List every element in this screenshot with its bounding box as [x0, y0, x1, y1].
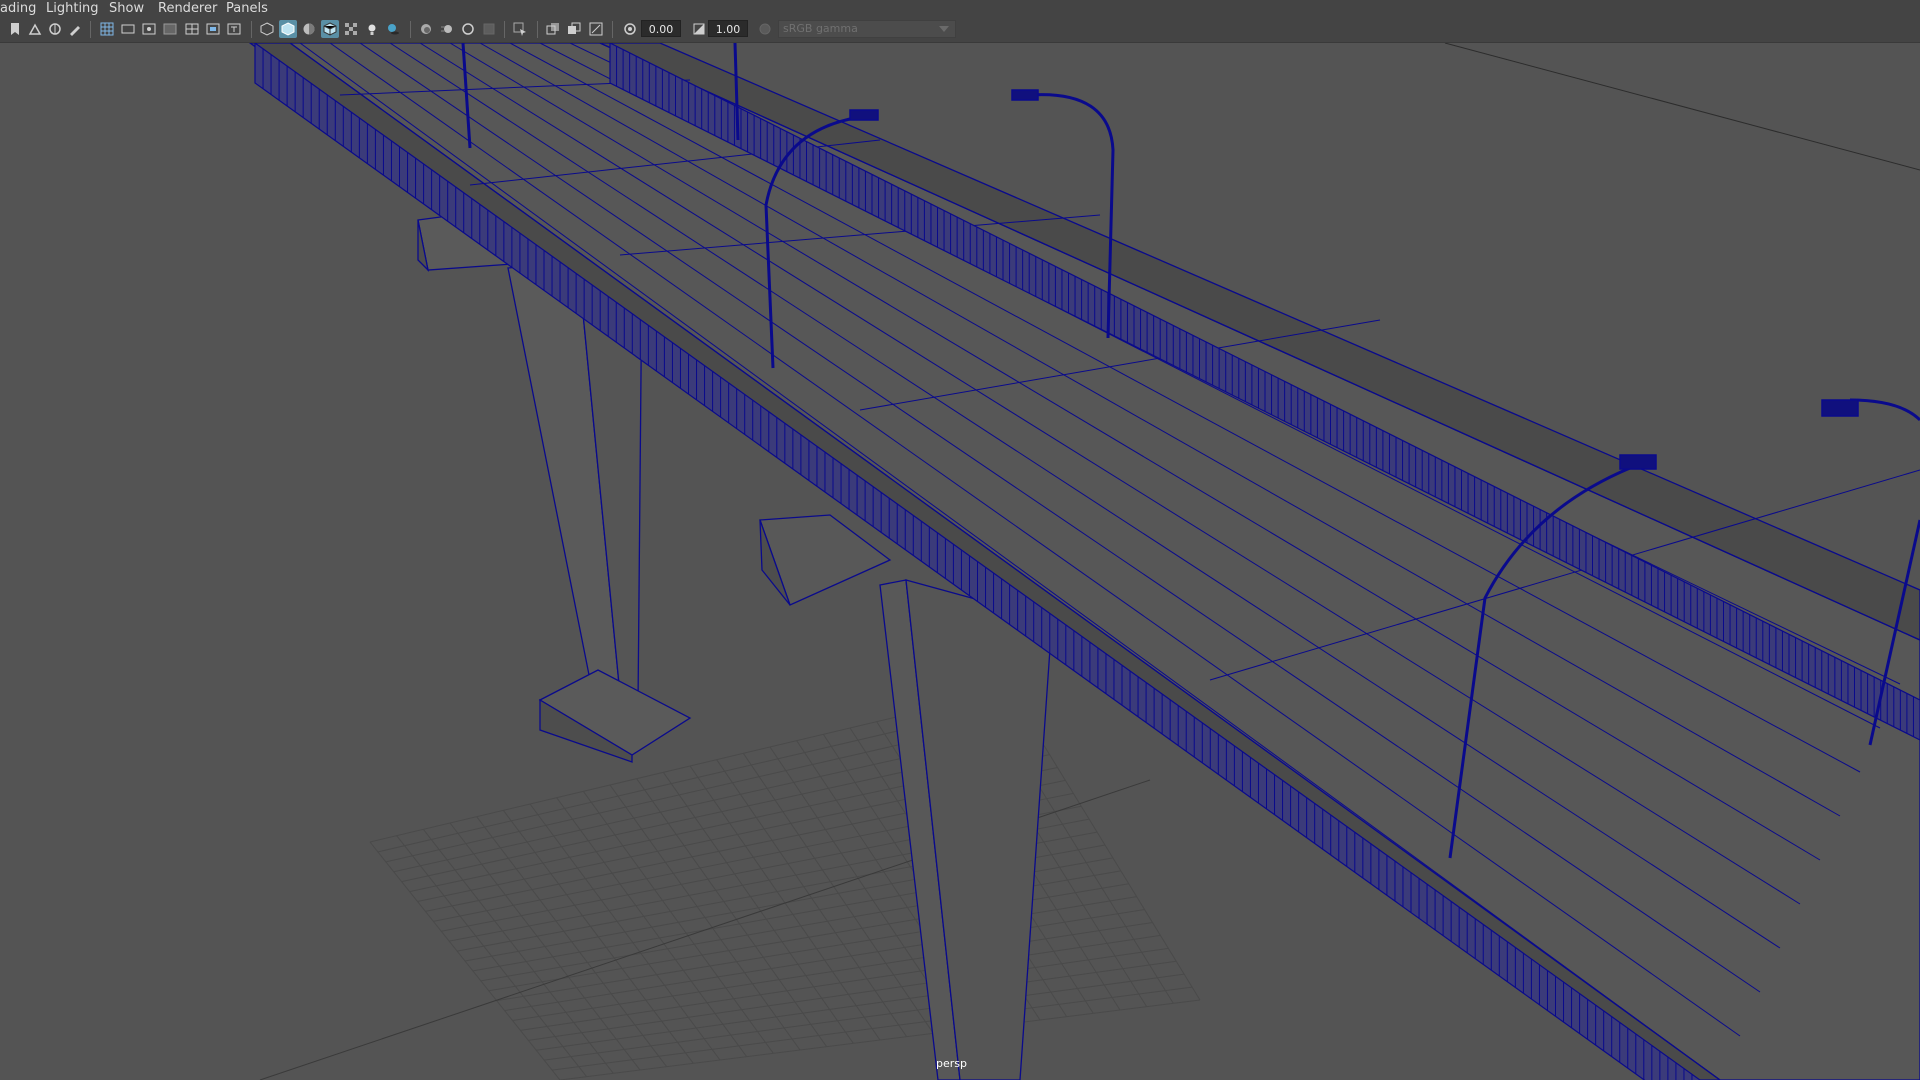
bridge-wireframe-scene [248, 43, 1920, 1080]
resolution-gate-icon[interactable] [140, 20, 158, 38]
shadows-icon[interactable] [384, 20, 402, 38]
camera-attr-icon[interactable] [26, 20, 44, 38]
lights-icon[interactable] [363, 20, 381, 38]
motion-blur-icon[interactable] [438, 20, 456, 38]
colorspace-toggle-icon[interactable] [756, 20, 774, 38]
wireframe-on-shaded-icon[interactable] [321, 20, 339, 38]
chevron-down-icon [939, 26, 949, 32]
ground-horizon-line [1444, 43, 1920, 171]
bookmark-icon[interactable] [6, 20, 24, 38]
grid-icon[interactable] [98, 20, 116, 38]
xray-joints-icon[interactable] [587, 20, 605, 38]
gamma-icon[interactable] [690, 20, 708, 38]
panel-toolbar: 0.00 1.00 sRGB gamma [0, 18, 1920, 43]
menu-lighting[interactable]: Lighting [46, 0, 99, 18]
menu-shading[interactable]: ading [0, 0, 36, 18]
safe-action-icon[interactable] [204, 20, 222, 38]
viewport-persp[interactable]: persp [0, 43, 1920, 1080]
textured-icon[interactable] [342, 20, 360, 38]
menu-bar: ading Lighting Show Renderer Panels [0, 0, 1920, 18]
default-material-icon[interactable] [300, 20, 318, 38]
film-gate-icon[interactable] [119, 20, 137, 38]
wireframe-icon[interactable] [258, 20, 276, 38]
gate-mask-icon[interactable] [161, 20, 179, 38]
colorspace-label: sRGB gamma [783, 22, 858, 35]
xray-icon[interactable] [544, 20, 562, 38]
camera-label: persp [936, 1057, 967, 1070]
gamma-field[interactable]: 1.00 [708, 20, 748, 37]
exposure-field[interactable]: 0.00 [641, 20, 681, 37]
tumble-icon[interactable] [46, 20, 64, 38]
menu-renderer[interactable]: Renderer [158, 0, 217, 18]
depth-of-field-icon[interactable] [480, 20, 498, 38]
colorspace-dropdown[interactable]: sRGB gamma [778, 20, 956, 38]
smooth-shade-icon[interactable] [279, 20, 297, 38]
anti-aliasing-icon[interactable] [459, 20, 477, 38]
bridge-deck [248, 43, 1920, 1080]
field-chart-icon[interactable] [183, 20, 201, 38]
isolate-select-icon[interactable] [511, 20, 529, 38]
safe-title-icon[interactable] [225, 20, 243, 38]
menu-show[interactable]: Show [109, 0, 144, 18]
menu-panels[interactable]: Panels [226, 0, 268, 18]
xray-active-icon[interactable] [565, 20, 583, 38]
ground-grid [369, 689, 1201, 1080]
exposure-icon[interactable] [621, 20, 639, 38]
ambient-occlusion-icon[interactable] [417, 20, 435, 38]
brush-icon[interactable] [66, 20, 84, 38]
